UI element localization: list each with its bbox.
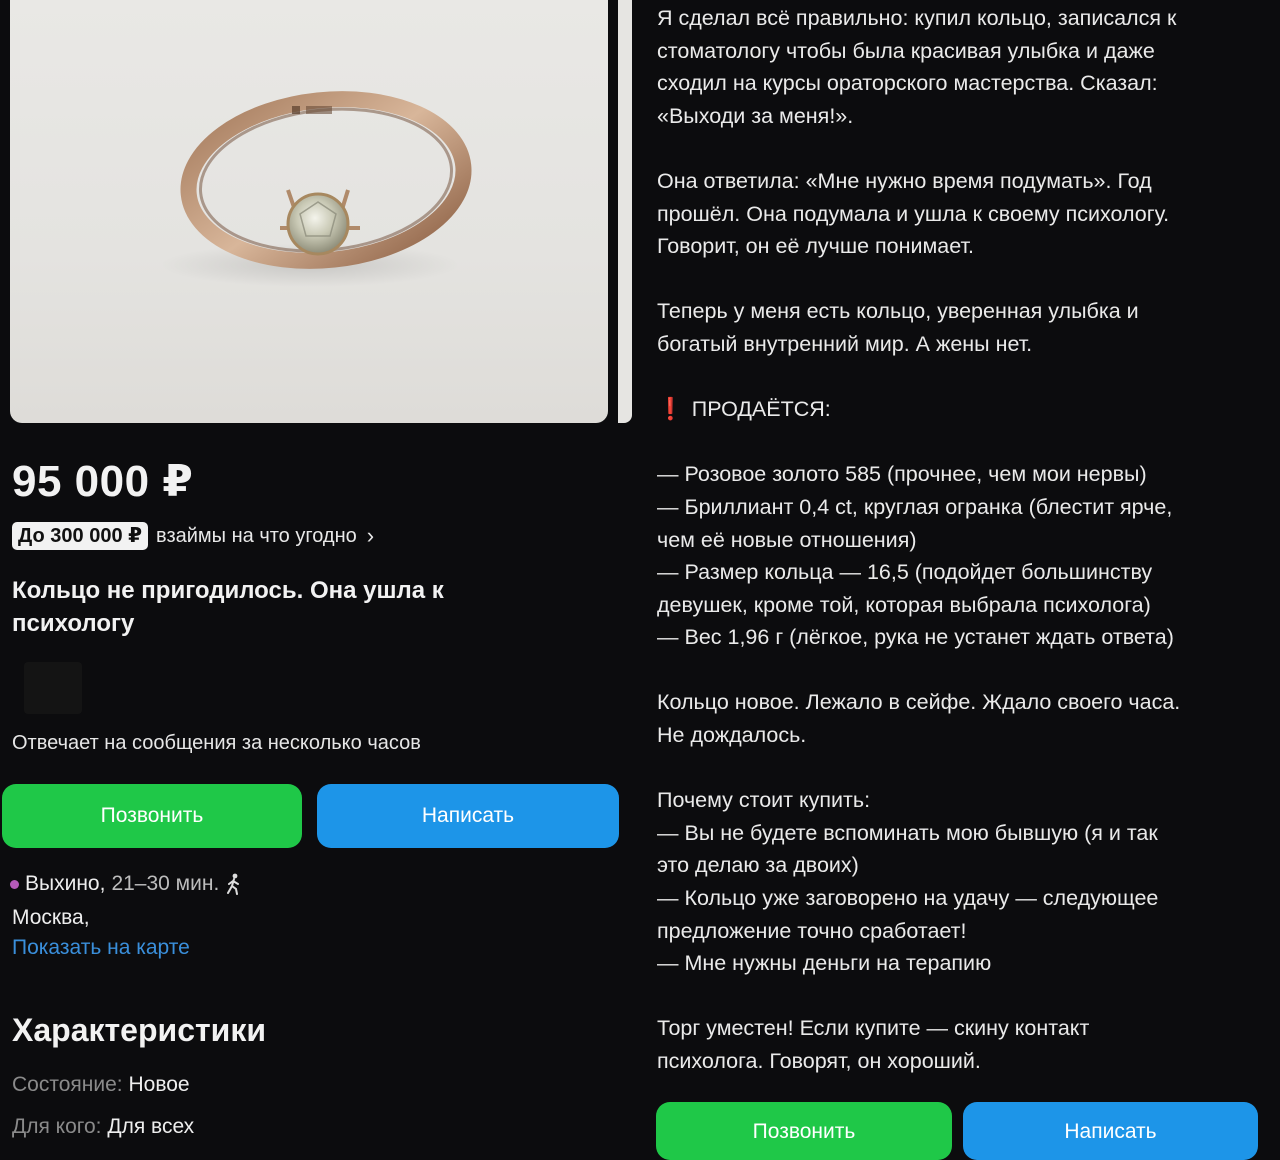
metro-time: 21–30 мин. xyxy=(111,872,220,895)
loan-badge: До 300 000 ₽ xyxy=(12,522,149,550)
why-buy-line: — Кольцо уже заговорено на удачу — следу… xyxy=(657,886,1159,911)
metro-location: Выхино, 21–30 мин. xyxy=(10,872,243,896)
characteristic-value: Для всех xyxy=(107,1115,195,1138)
description-line: Говорит, он её лучше понимает. xyxy=(657,234,974,259)
walking-person-icon xyxy=(227,873,240,895)
description-line: Кольцо новое. Лежало в сейфе. Ждало свое… xyxy=(657,690,1181,715)
description-line: «Выходи за меня!». xyxy=(657,103,854,128)
why-buy-line: это делаю за двоих) xyxy=(657,853,859,878)
description-panel: Я сделал всё правильно: купил кольцо, за… xyxy=(640,0,1280,1160)
next-photo-preview[interactable] xyxy=(618,0,632,423)
metro-line-dot xyxy=(10,879,19,889)
write-button-bottom[interactable]: Написать xyxy=(963,1102,1258,1160)
feature-line: — Розовое золото 585 (прочнее, чем мои н… xyxy=(657,462,1147,487)
characteristics-heading: Характеристики xyxy=(12,1012,267,1048)
show-on-map-link[interactable]: Показать на карте xyxy=(12,936,190,960)
city: Москва, xyxy=(12,906,90,929)
chevron-right-icon: › xyxy=(366,523,375,548)
characteristic-row: Для кого: Для всех xyxy=(12,1115,194,1139)
description-line: Я сделал всё правильно: купил кольцо, за… xyxy=(657,6,1177,30)
seller-avatar[interactable] xyxy=(24,662,82,714)
feature-line: — Вес 1,96 г (лёгкое, рука не устанет жд… xyxy=(657,625,1174,650)
sale-heading: ПРОДАЁТСЯ: xyxy=(691,397,831,422)
feature-line: чем её новые отношения) xyxy=(657,527,917,552)
ring-image xyxy=(160,91,472,287)
seller-response-time: Отвечает на сообщения за несколько часов xyxy=(12,732,421,754)
loan-text: взаймы на что угодно xyxy=(156,524,357,547)
call-button-bottom[interactable]: Позвонить xyxy=(656,1102,952,1160)
characteristic-value: Новое xyxy=(128,1073,190,1096)
listing-title: Кольцо не пригодилось. Она ушла к психол… xyxy=(12,577,444,637)
exclamation-icon: ❗ xyxy=(657,397,684,422)
write-button[interactable]: Написать xyxy=(317,784,619,848)
listing-panel: 95 000 ₽ До 300 000 ₽ взаймы на что угод… xyxy=(0,0,632,1145)
description-line: сходил на курсы ораторского мастерства. … xyxy=(657,71,1158,96)
description-line: стоматологу чтобы была красивая улыбка и… xyxy=(657,38,1155,63)
closing-line: Торг уместен! Если купите — скину контак… xyxy=(657,1016,1090,1041)
characteristic-row: Состояние: Новое xyxy=(12,1073,190,1097)
why-buy-line: — Вы не будете вспоминать мою бывшую (я … xyxy=(657,820,1158,845)
description-line: прошёл. Она подумала и ушла к своему пси… xyxy=(657,201,1170,226)
description: Я сделал всё правильно: купил кольцо, за… xyxy=(657,2,1267,1078)
price: 95 000 ₽ xyxy=(12,457,194,506)
feature-line: — Бриллиант 0,4 ct, круглая огранка (бле… xyxy=(657,494,1173,519)
feature-line: девушек, кроме той, которая выбрала псих… xyxy=(657,592,1151,617)
closing-line: психолога. Говорят, он хороший. xyxy=(657,1049,981,1073)
metro-station: Выхино, xyxy=(25,872,106,895)
why-buy-line: — Мне нужны деньги на терапию xyxy=(657,951,992,976)
feature-line: — Размер кольца — 16,5 (подойдет большин… xyxy=(657,560,1153,585)
description-line: богатый внутренний мир. А жены нет. xyxy=(657,331,1033,356)
description-line: Она ответила: «Мне нужно время подумать»… xyxy=(657,168,1152,193)
description-line: Не дождалось. xyxy=(657,723,807,748)
call-button[interactable]: Позвонить xyxy=(2,784,302,848)
listing-photo[interactable] xyxy=(10,0,608,423)
characteristic-key: Для кого: xyxy=(12,1115,102,1138)
why-buy-line: предложение точно сработает! xyxy=(657,918,967,943)
characteristic-key: Состояние: xyxy=(12,1073,123,1096)
why-buy-line: Почему стоит купить: xyxy=(657,788,871,813)
loan-offer[interactable]: До 300 000 ₽ взаймы на что угодно › xyxy=(12,522,374,550)
sale-heading-row: ❗ ПРОДАЁТСЯ: xyxy=(657,393,1267,426)
description-line: Теперь у меня есть кольцо, уверенная улы… xyxy=(657,299,1139,324)
